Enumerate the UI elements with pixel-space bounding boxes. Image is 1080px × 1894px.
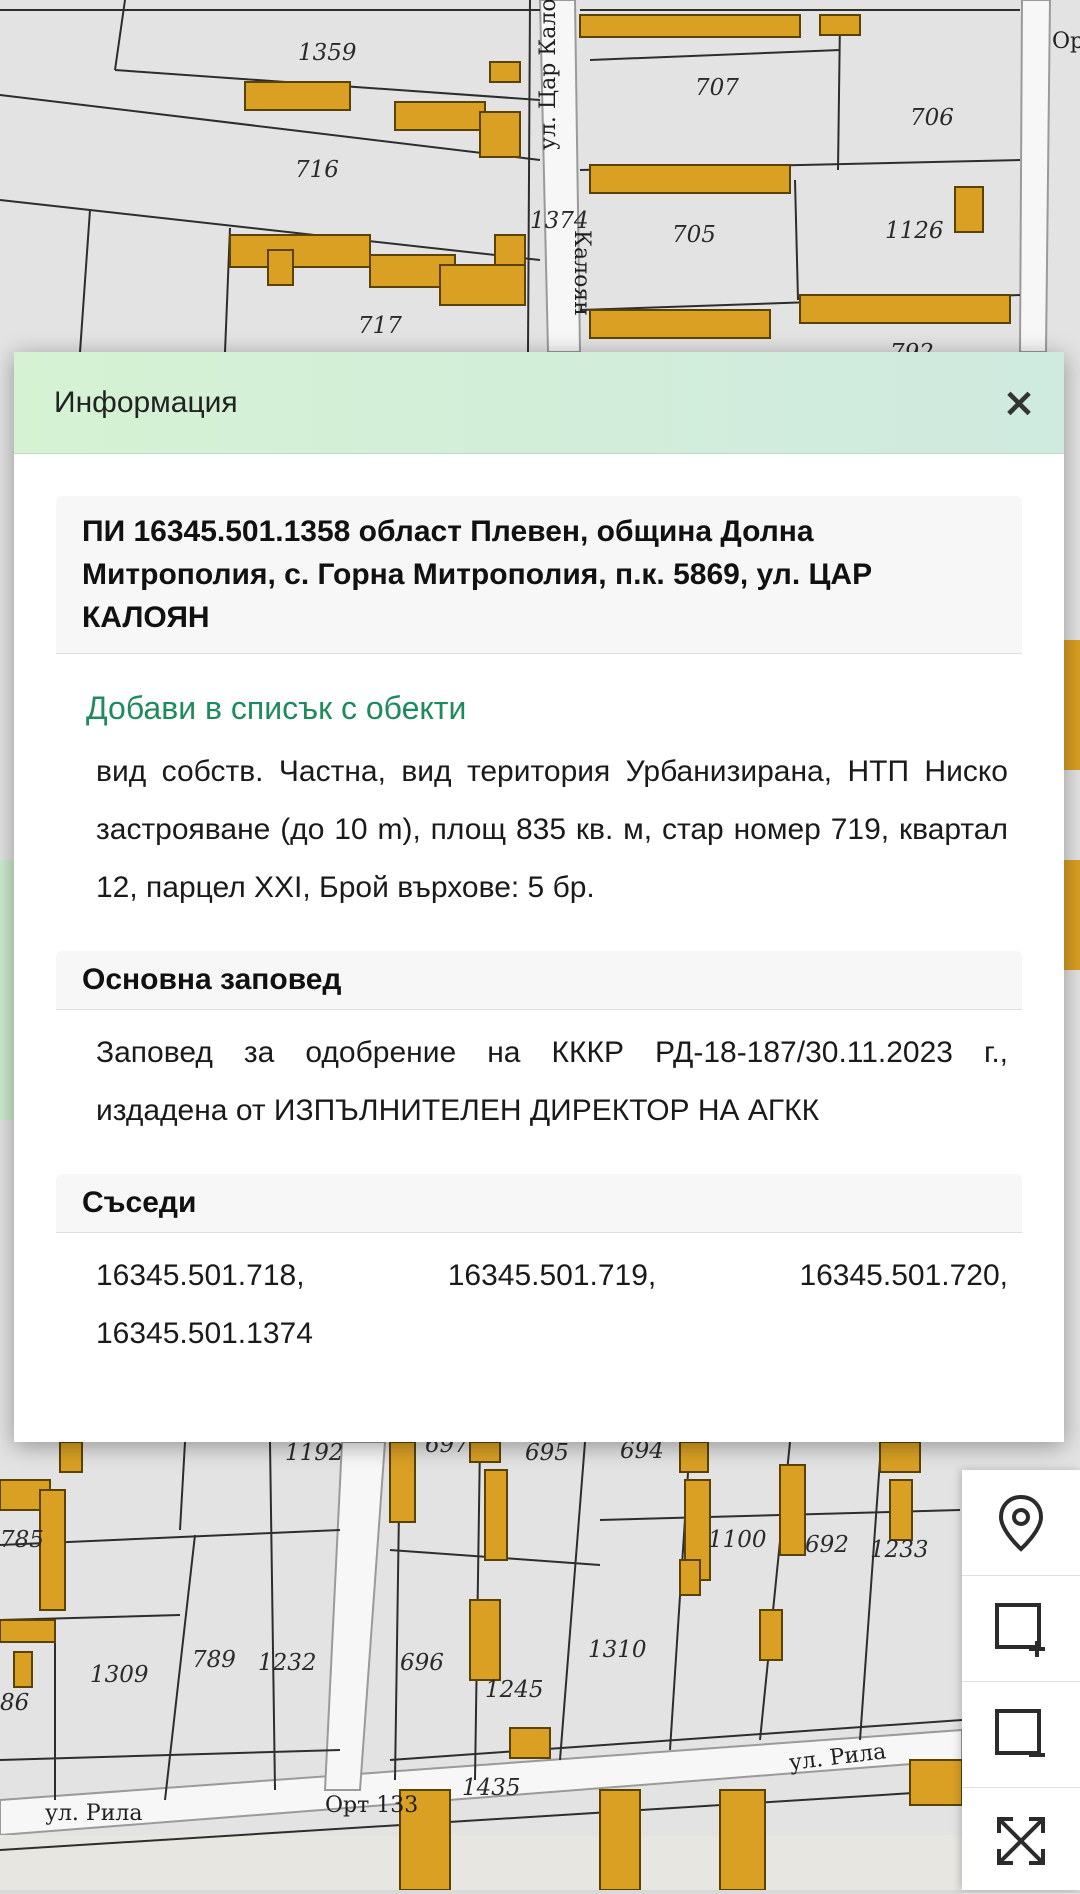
order-text: Заповед за одобрение на КККР РД-18-187/3… <box>96 1036 1008 1127</box>
plot-label: 1126 <box>885 218 944 244</box>
dialog-header: Информация × <box>14 352 1064 454</box>
plot-label: 1309 <box>90 1662 149 1688</box>
street-label-tsar-kaloyan: ул. Цар Калоя <box>536 0 561 150</box>
add-area-icon <box>995 1602 1045 1657</box>
plot-label: 1232 <box>258 1650 317 1676</box>
fullscreen-icon <box>997 1816 1045 1865</box>
order-heading: Основна заповед <box>56 951 1022 1010</box>
plot-label: 707 <box>695 75 739 101</box>
add-area-button[interactable] <box>962 1576 1080 1682</box>
location-button[interactable] <box>962 1470 1080 1576</box>
plot-label: 1100 <box>708 1527 767 1553</box>
dialog-title: Информация <box>54 385 238 419</box>
fullscreen-button[interactable] <box>962 1788 1080 1894</box>
plot-label: 785 <box>0 1527 44 1553</box>
plot-label: 1359 <box>298 40 357 66</box>
plot-label: 696 <box>400 1650 444 1676</box>
neighbors-list: 16345.501.718, 16345.501.719, 16345.501.… <box>56 1247 1022 1363</box>
plot-label: 706 <box>910 105 954 131</box>
plot-label: 1233 <box>870 1537 929 1563</box>
plot-label: 717 <box>358 313 402 339</box>
plot-label: 705 <box>672 222 716 248</box>
info-dialog: Информация × ПИ 16345.501.1358 област Пл… <box>14 352 1064 1442</box>
parcel-title: ПИ 16345.501.1358 област Плевен, община … <box>56 496 1022 654</box>
plot-label: 1245 <box>485 1677 544 1703</box>
street-label-rila-left: ул. Рила <box>45 1801 142 1826</box>
parcel-attributes: вид собств. Частна, вид територия Урбани… <box>96 755 1008 904</box>
dialog-body: ПИ 16345.501.1358 област Плевен, община … <box>14 454 1064 1363</box>
neighbor-item: 16345.501.720, <box>799 1259 1008 1292</box>
remove-area-icon <box>995 1708 1045 1757</box>
street-label-ort-top: Ор <box>1052 29 1080 54</box>
plot-label: 86 <box>0 1690 29 1716</box>
plot-label: 716 <box>295 157 339 183</box>
neighbor-item: 16345.501.1374 <box>96 1317 313 1350</box>
plot-label: 692 <box>805 1532 849 1558</box>
neighbor-item: 16345.501.718, <box>96 1259 305 1292</box>
map-toolbar <box>962 1470 1080 1894</box>
neighbors-heading: Съседи <box>56 1174 1022 1233</box>
plot-label: 1435 <box>462 1775 521 1801</box>
add-to-list-link[interactable]: Добави в списък с обекти <box>86 690 466 727</box>
neighbor-item: 16345.501.719, <box>447 1259 657 1292</box>
plot-label: 1310 <box>588 1637 647 1663</box>
close-icon[interactable]: × <box>996 380 1042 426</box>
remove-area-button[interactable] <box>962 1682 1080 1788</box>
location-pin-icon <box>998 1494 1044 1552</box>
plot-label: 695 <box>525 1440 569 1466</box>
street-label-kaloyan: Калоян <box>569 230 594 316</box>
plot-label: 789 <box>192 1647 236 1673</box>
plot-label: 1192 <box>285 1440 344 1466</box>
street-label-ort: Орт 133 <box>325 1793 418 1818</box>
